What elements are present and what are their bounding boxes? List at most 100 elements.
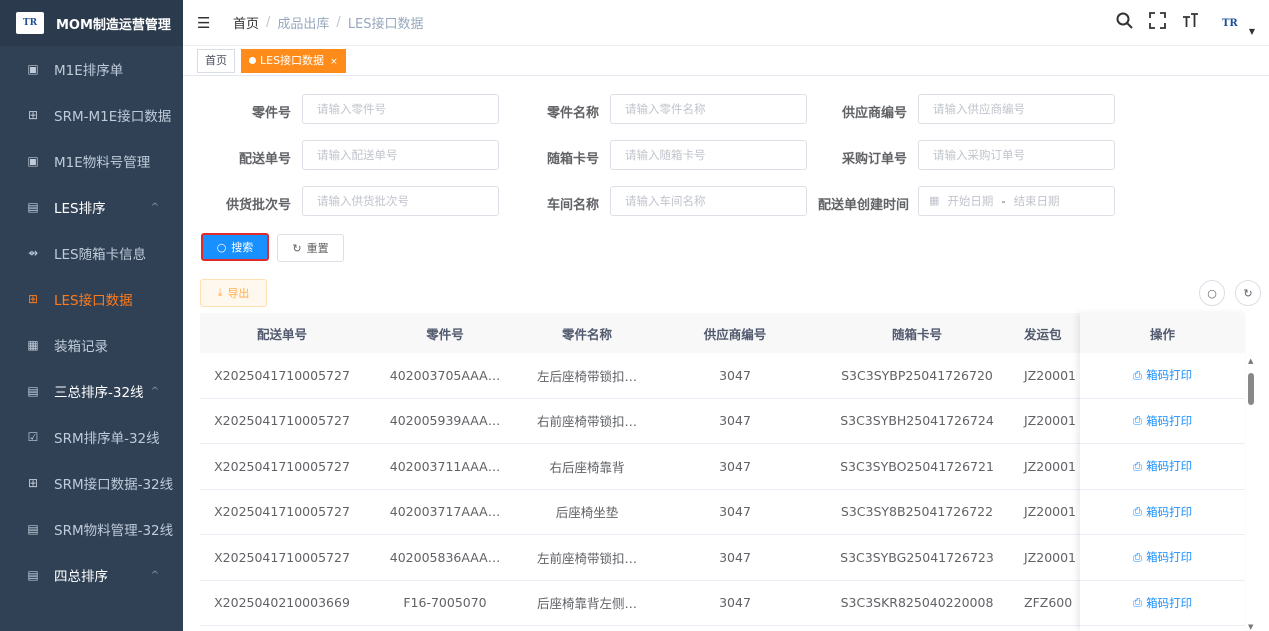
caret-down-icon[interactable]: ▼ <box>1249 27 1255 36</box>
table-cell: 3047 <box>719 504 751 520</box>
breadcrumb: 首页 / 成品出库 / LES接口数据 <box>233 13 424 32</box>
tags-view: 首页 LES接口数据 × <box>183 46 1269 76</box>
table-cell: JZ20001 <box>1024 367 1077 383</box>
print-box-code-button[interactable]: ⎙ 箱码打印 <box>1080 444 1245 490</box>
reset-button-label: 重置 <box>306 242 329 255</box>
printer-icon: ⎙ <box>1132 367 1143 382</box>
label-created-time: 配送单创建时间 <box>817 198 909 213</box>
sidebar-item[interactable]: ▣ M1E物料号管理 <box>0 138 183 184</box>
supplier-no-input[interactable]: 请输入供应商编号 <box>918 94 1115 124</box>
tag-home[interactable]: 首页 <box>197 48 235 73</box>
menu-item-icon: ⊞ <box>27 476 39 490</box>
column-header: 配送单号 <box>256 326 307 342</box>
print-box-code-button[interactable]: ⎙ 箱码打印 <box>1080 535 1245 581</box>
reset-button[interactable]: ↻ 重置 <box>277 234 344 262</box>
search-button[interactable]: ○ 搜索 <box>201 233 269 261</box>
font-size-icon[interactable] <box>1182 12 1199 34</box>
label-part-name: 零件名称 <box>546 106 599 121</box>
chevron-up-icon: ^ <box>150 569 159 581</box>
sidebar-menu: ▣ M1E排序单 ⊞ SRM-M1E接口数据 ▣ M1E物料号管理 ▤ LES排序 ^ ⇴ LES随… <box>0 46 183 598</box>
sidebar-item[interactable]: ⊞ LES接口数据 <box>0 276 183 322</box>
part-name-input[interactable]: 请输入零件名称 <box>610 94 807 124</box>
sidebar-item[interactable]: ▤ 四总排序 ^ <box>0 552 183 598</box>
sidebar-item-label: SRM接口数据-32线 <box>54 477 174 493</box>
op-header: 操作 <box>1080 313 1245 353</box>
table-cell: S3C3SKR825040220008 <box>840 595 994 611</box>
scroll-up-icon[interactable]: ▲ <box>1248 357 1253 365</box>
tag-active[interactable]: LES接口数据 × <box>241 48 346 73</box>
sidebar-item-label: SRM排序单-32线 <box>54 431 160 447</box>
navbar: ☰ 首页 / 成品出库 / LES接口数据 TR ▼ <box>183 0 1269 46</box>
table-cell: X2025041710005727 <box>214 367 350 383</box>
table-cell: X2025041710005727 <box>214 413 350 429</box>
printer-icon: ⎙ <box>1132 595 1143 610</box>
op-body: ⎙ 箱码打印 ⎙ 箱码打印 ⎙ 箱码打印 ⎙ 箱码打印 ⎙ 箱码打印 ⎙ 箱码打印 <box>1080 353 1245 626</box>
table-cell: JZ20001 <box>1024 458 1077 474</box>
end-date[interactable]: 结束日期 <box>1014 187 1060 215</box>
sidebar-item[interactable]: ▤ SRM物料管理-32线 <box>0 506 183 552</box>
search-icon: ○ <box>216 240 227 254</box>
label-card-no: 随箱卡号 <box>546 152 599 167</box>
print-box-code-button[interactable]: ⎙ 箱码打印 <box>1080 353 1245 399</box>
label-po-no: 采购订单号 <box>841 152 907 167</box>
table-cell: X2025041710005727 <box>214 458 350 474</box>
sidebar-item[interactable]: ⊞ SRM接口数据-32线 <box>0 460 183 506</box>
print-box-code-button[interactable]: ⎙ 箱码打印 <box>1080 581 1245 626</box>
table-cell: 左后座椅带锁扣… <box>536 368 637 384</box>
print-box-code-button[interactable]: ⎙ 箱码打印 <box>1080 490 1245 535</box>
refresh-button[interactable]: ↻ <box>1235 280 1261 306</box>
sidebar-item[interactable]: ☑ SRM排序单-32线 <box>0 414 183 460</box>
label-supplier-no: 供应商编号 <box>841 106 907 121</box>
table-cell: 后座椅坐垫 <box>555 505 619 521</box>
date-range-picker[interactable]: ▦ 开始日期 - 结束日期 <box>918 186 1115 216</box>
table-cell: 402005836AAA… <box>389 549 501 565</box>
table-cell: 402003705AAA… <box>389 367 501 383</box>
user-avatar[interactable]: TR <box>1215 12 1245 34</box>
table-cell: S3C3SY8B25041726722 <box>840 504 994 520</box>
start-date[interactable]: 开始日期 <box>947 187 993 215</box>
sidebar-item[interactable]: ▣ M1E排序单 <box>0 46 183 92</box>
brand-logo-text: TR <box>22 18 38 28</box>
part-no-input[interactable]: 请输入零件号 <box>302 94 499 124</box>
scroll-thumb[interactable] <box>1248 373 1254 405</box>
print-box-code-button[interactable]: ⎙ 箱码打印 <box>1080 399 1245 444</box>
sidebar-item-label: SRM-M1E接口数据 <box>54 109 172 125</box>
menu-item-icon: ▣ <box>27 154 39 168</box>
sidebar-item[interactable]: ⇴ LES随箱卡信息 <box>0 230 183 276</box>
fullscreen-icon[interactable] <box>1148 12 1166 34</box>
batch-no-input[interactable]: 请输入供货批次号 <box>302 186 499 216</box>
scroll-down-icon[interactable]: ▼ <box>1248 623 1253 631</box>
print-label: 箱码打印 <box>1146 550 1193 565</box>
menu-item-icon: ▤ <box>27 200 39 214</box>
sidebar-item-label: LES接口数据 <box>54 293 133 309</box>
label-part-no: 零件号 <box>251 106 291 121</box>
sidebar: TR MOM制造运营管理 ▣ M1E排序单 ⊞ SRM-M1E接口数据 ▣ M1E物料号管… <box>0 0 183 631</box>
column-header: 零件名称 <box>561 326 612 342</box>
workshop-input[interactable]: 请输入车间名称 <box>610 186 807 216</box>
sidebar-item[interactable]: ▤ 三总排序-32线 ^ <box>0 368 183 414</box>
column-header: 供应商编号 <box>703 326 767 342</box>
sidebar-item[interactable]: ⊞ SRM-M1E接口数据 <box>0 92 183 138</box>
delivery-no-input[interactable]: 请输入配送单号 <box>302 140 499 170</box>
sidebar-item[interactable]: ▤ LES排序 ^ <box>0 184 183 230</box>
download-icon: ⤓ <box>217 286 223 299</box>
table-cell: X2025041710005727 <box>214 504 350 520</box>
hamburger-icon[interactable]: ☰ <box>197 14 213 32</box>
card-no-input[interactable]: 请输入随箱卡号 <box>610 140 807 170</box>
table-cell: 3047 <box>719 595 751 611</box>
sidebar-item[interactable]: ▦ 装箱记录 <box>0 322 183 368</box>
toggle-search-button[interactable]: ○ <box>1199 280 1225 306</box>
chevron-up-icon: ^ <box>150 201 159 213</box>
table-cell: S3C3SYBO25041726721 <box>840 458 994 474</box>
breadcrumb-level1: 成品出库 <box>277 17 330 32</box>
brand[interactable]: TR MOM制造运营管理 <box>0 0 183 46</box>
po-no-input[interactable]: 请输入采购订单号 <box>918 140 1115 170</box>
search-icon[interactable] <box>1116 12 1133 34</box>
tag-close-icon[interactable]: × <box>330 57 338 67</box>
breadcrumb-separator: / <box>336 15 341 30</box>
menu-item-icon: ⊞ <box>27 292 39 306</box>
table-scrollbar[interactable]: ▲ ▼ <box>1246 353 1256 631</box>
breadcrumb-home[interactable]: 首页 <box>233 13 259 32</box>
export-button[interactable]: ⤓ 导出 <box>200 279 267 307</box>
label-batch-no: 供货批次号 <box>225 198 291 213</box>
